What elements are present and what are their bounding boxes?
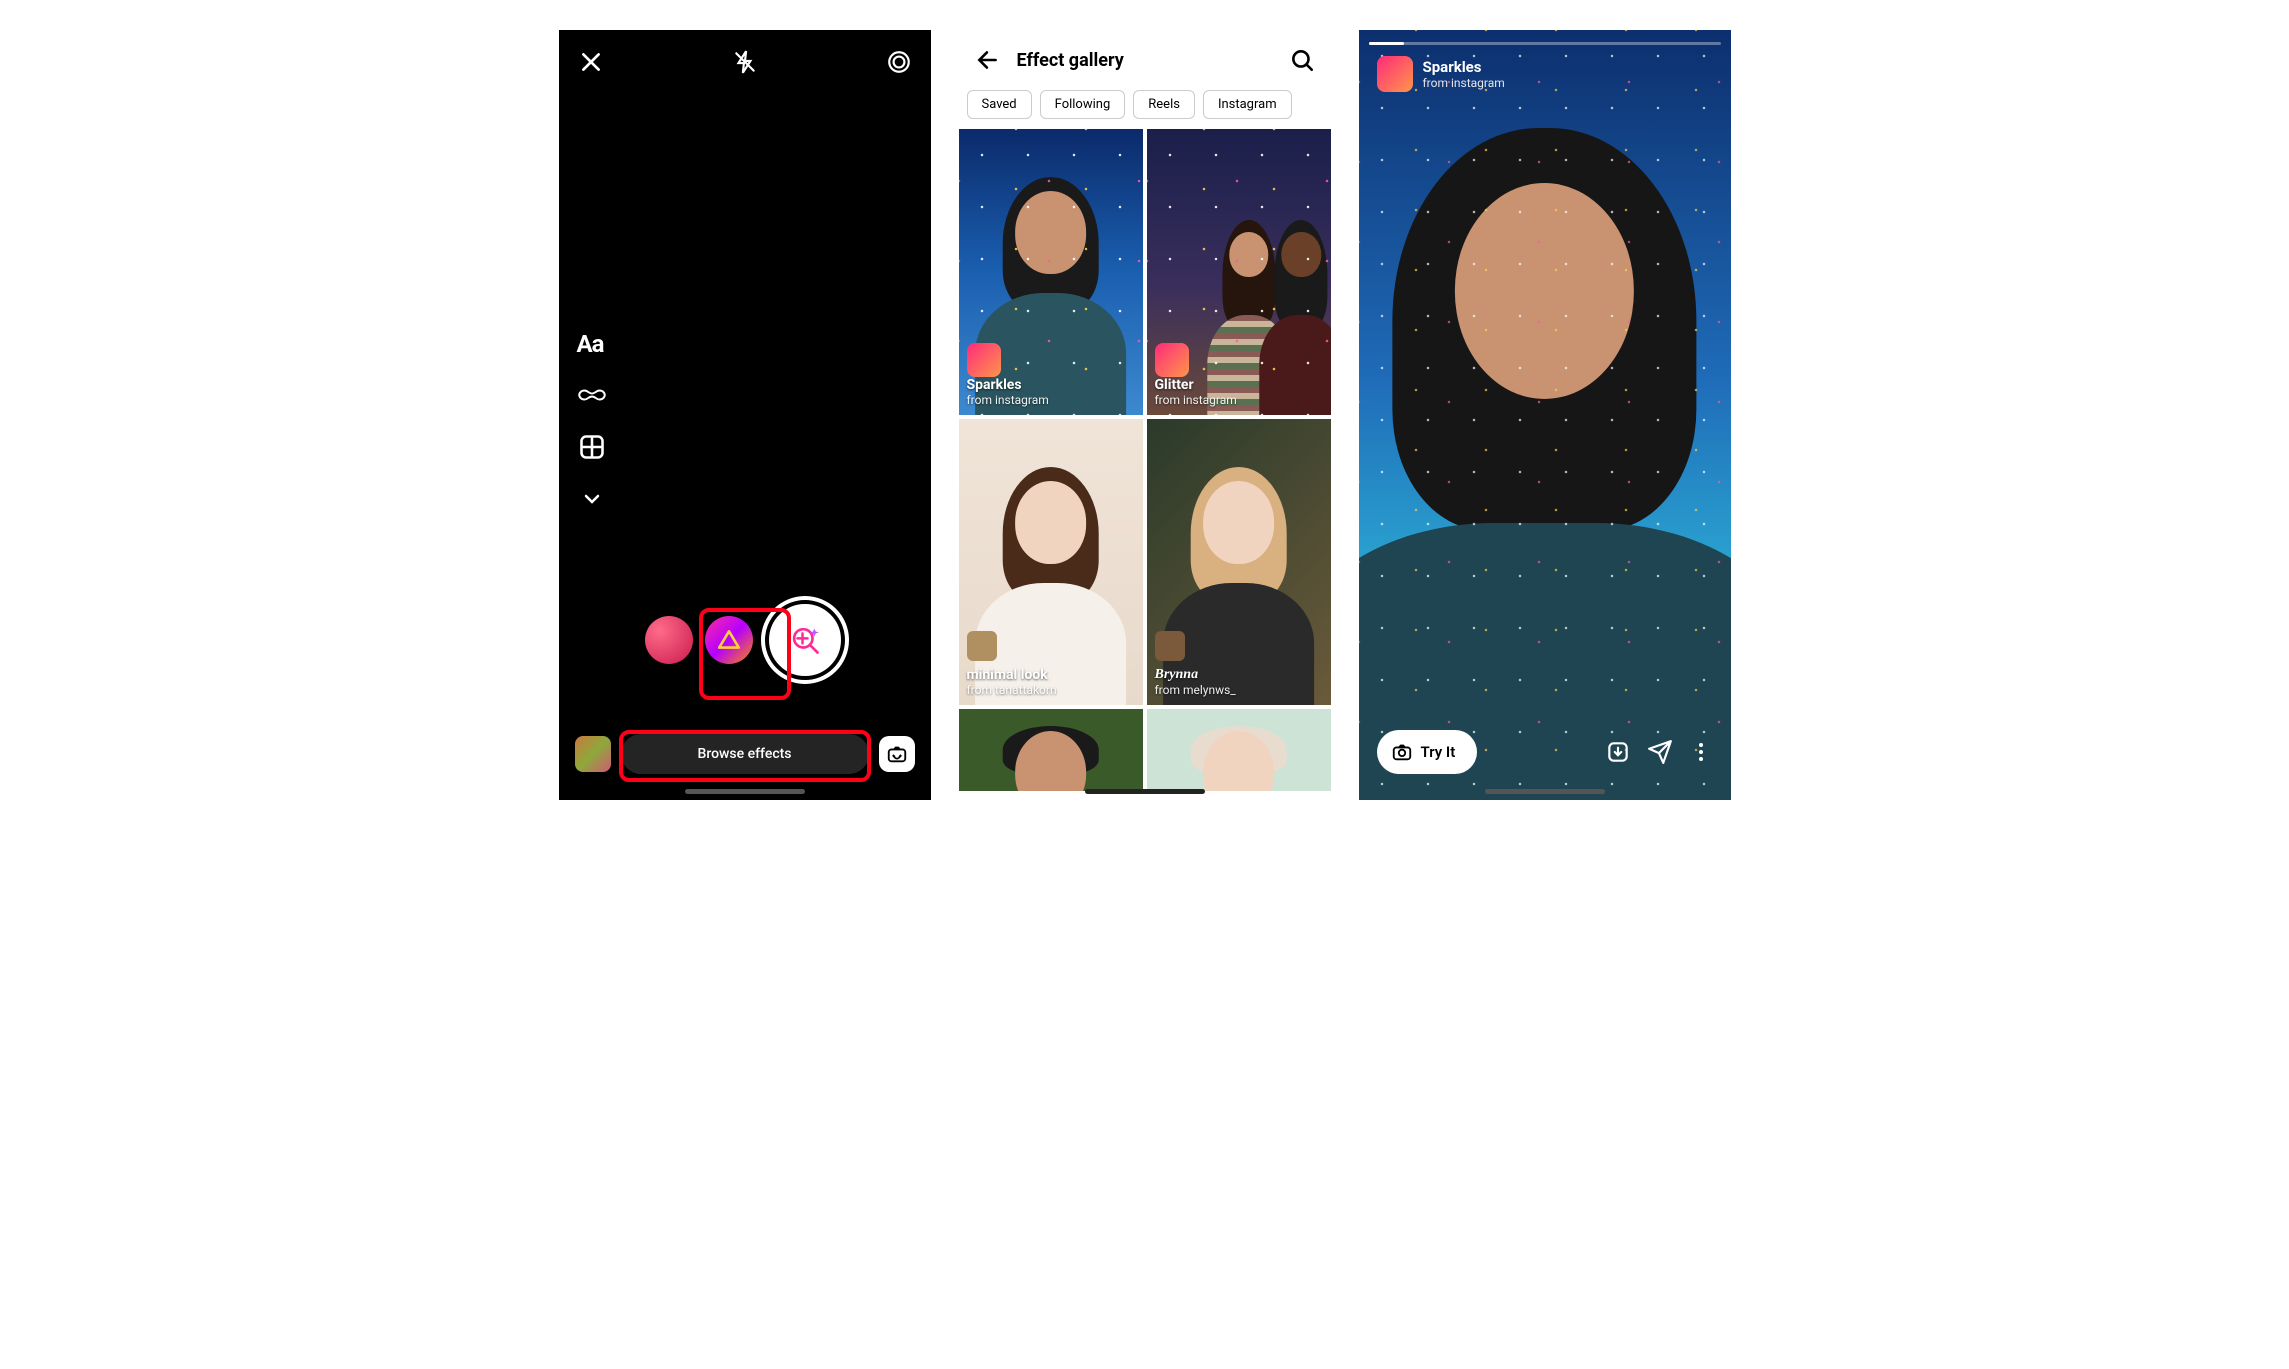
camera-flip-button[interactable] — [879, 736, 915, 772]
effect-card[interactable]: minimal look from tanattakorn — [959, 419, 1143, 705]
effect-author: from instagram — [1423, 76, 1505, 90]
effect-name: Brynna — [1155, 667, 1323, 683]
effect-author: from tanattakorn — [967, 683, 1135, 697]
chevron-down-icon[interactable] — [577, 484, 607, 514]
screen-effect-gallery: Effect gallery Saved Following Reels Ins… — [959, 30, 1331, 800]
effect-author: from melynws_ — [1155, 683, 1323, 697]
effect-mini-thumb — [967, 631, 997, 661]
home-indicator — [1085, 789, 1205, 794]
share-icon[interactable] — [1647, 739, 1673, 765]
gallery-button[interactable] — [575, 736, 611, 772]
home-indicator — [1485, 789, 1605, 794]
effect-card[interactable]: Brynna from melynws_ — [1147, 419, 1331, 705]
tab-reels[interactable]: Reels — [1133, 90, 1195, 119]
story-progress — [1369, 42, 1721, 45]
settings-icon[interactable] — [885, 48, 913, 76]
effect-author: from instagram — [1155, 393, 1323, 407]
screen-camera: Aa Browse effects — [559, 30, 931, 800]
preview-person — [1359, 107, 1731, 800]
browse-effects-button[interactable]: Browse effects — [621, 734, 869, 774]
effect-card[interactable] — [959, 709, 1143, 791]
search-icon[interactable] — [1289, 47, 1315, 73]
effect-card[interactable] — [1147, 709, 1331, 791]
effect-mini-thumb — [1155, 631, 1185, 661]
effect-icon — [1377, 56, 1413, 92]
more-icon[interactable] — [1689, 740, 1713, 764]
page-title: Effect gallery — [1017, 50, 1273, 71]
tab-saved[interactable]: Saved — [967, 90, 1032, 119]
home-indicator — [685, 789, 805, 794]
back-icon[interactable] — [975, 47, 1001, 73]
filter-thumb[interactable] — [705, 616, 753, 664]
effect-icon — [1155, 343, 1189, 377]
text-tool-icon[interactable]: Aa — [577, 330, 607, 358]
effect-name: minimal look — [967, 667, 1135, 683]
effect-author: from instagram — [967, 393, 1135, 407]
boomerang-icon[interactable] — [577, 380, 607, 410]
try-it-button[interactable]: Try It — [1377, 730, 1478, 774]
flash-off-icon[interactable] — [731, 48, 759, 76]
close-icon[interactable] — [577, 48, 605, 76]
tab-following[interactable]: Following — [1040, 90, 1126, 119]
browse-effects-shutter[interactable] — [765, 600, 845, 680]
tab-instagram[interactable]: Instagram — [1203, 90, 1292, 119]
effect-name: Sparkles — [1423, 58, 1505, 76]
filter-thumb[interactable] — [645, 616, 693, 664]
save-icon[interactable] — [1605, 739, 1631, 765]
effect-name: Sparkles — [967, 377, 1135, 393]
effect-name: Glitter — [1155, 377, 1323, 393]
effect-card[interactable]: Sparkles from instagram — [959, 129, 1143, 415]
effect-card[interactable]: Glitter from instagram — [1147, 129, 1331, 415]
try-it-label: Try It — [1421, 743, 1456, 761]
screen-effect-preview: Sparkles from instagram Try It — [1359, 30, 1731, 800]
layout-icon[interactable] — [577, 432, 607, 462]
effect-icon — [967, 343, 1001, 377]
